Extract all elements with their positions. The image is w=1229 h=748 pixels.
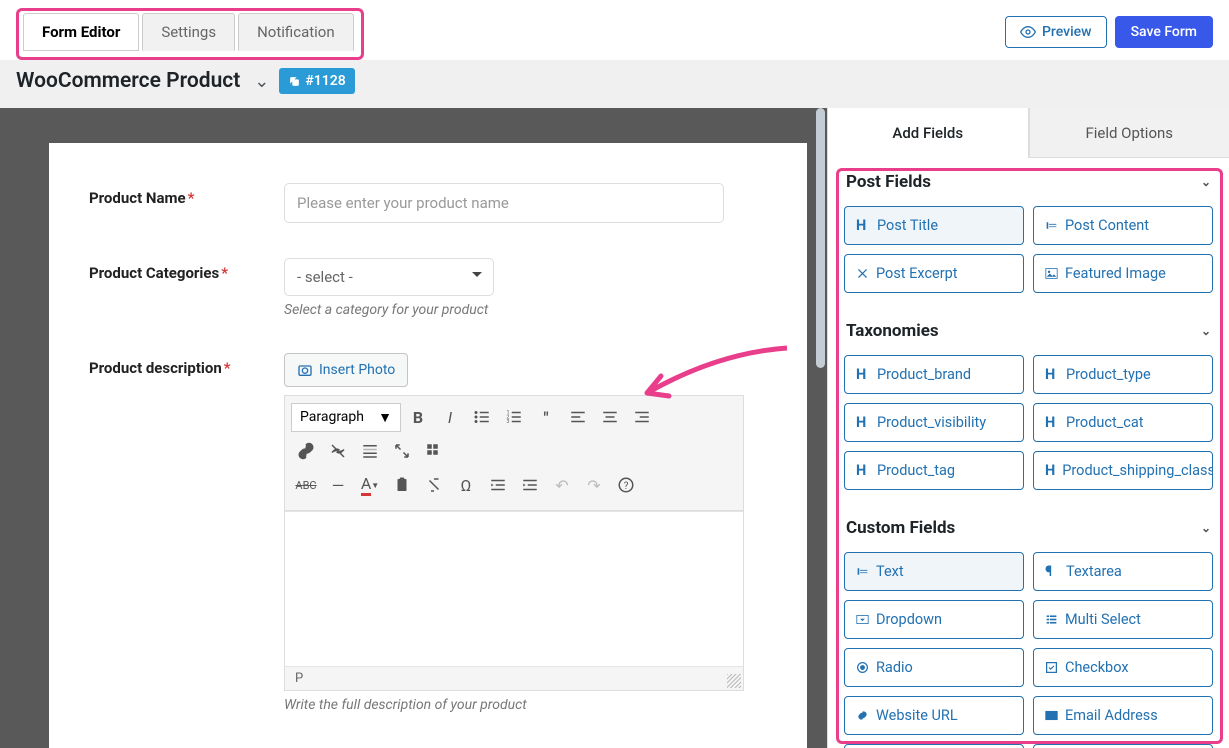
clear-formatting-button[interactable] bbox=[419, 470, 449, 500]
product-name-input[interactable] bbox=[284, 183, 724, 223]
chevron-down-icon[interactable]: ⌄ bbox=[254, 71, 269, 92]
field-product-shipping-class[interactable]: HProduct_shipping_class bbox=[1033, 451, 1213, 490]
paragraph-select[interactable]: Paragraph ▼ bbox=[291, 403, 401, 432]
tab-settings[interactable]: Settings bbox=[142, 13, 235, 51]
tab-notification[interactable]: Notification bbox=[238, 13, 354, 51]
product-description-label: Product description* bbox=[89, 353, 284, 713]
scrollbar[interactable] bbox=[816, 108, 825, 368]
field-product-brand[interactable]: HProduct_brand bbox=[844, 355, 1024, 394]
camera-icon bbox=[297, 362, 313, 378]
text-color-button[interactable]: A ▼ bbox=[355, 470, 385, 500]
description-help-text: Write the full description of your produ… bbox=[284, 697, 724, 713]
eye-icon bbox=[1020, 24, 1036, 40]
strikethrough-button[interactable]: ABC bbox=[291, 470, 321, 500]
field-image-upload[interactable]: Image Upload bbox=[1033, 744, 1213, 748]
numbered-list-button[interactable]: 123 bbox=[499, 402, 529, 432]
copy-icon bbox=[288, 75, 301, 88]
product-categories-select[interactable]: - select - bbox=[284, 258, 494, 296]
unlink-button[interactable] bbox=[323, 436, 353, 466]
field-post-title[interactable]: HPost Title bbox=[844, 206, 1024, 245]
redo-button[interactable]: ↷ bbox=[579, 470, 609, 500]
add-fields-tab[interactable]: Add Fields bbox=[828, 108, 1029, 158]
field-post-excerpt[interactable]: Post Excerpt bbox=[844, 254, 1024, 293]
blockquote-button[interactable]: " bbox=[531, 402, 561, 432]
special-char-button[interactable]: Ω bbox=[451, 470, 481, 500]
editor-status-bar: P bbox=[285, 666, 743, 690]
indent-button[interactable] bbox=[515, 470, 545, 500]
field-multi-select[interactable]: Multi Select bbox=[1033, 600, 1213, 639]
field-product-tag[interactable]: HProduct_tag bbox=[844, 451, 1024, 490]
tab-form-editor[interactable]: Form Editor bbox=[23, 13, 139, 51]
bold-button[interactable]: B bbox=[403, 402, 433, 432]
field-dropdown[interactable]: Dropdown bbox=[844, 600, 1024, 639]
product-name-label: Product Name* bbox=[89, 183, 284, 223]
insert-more-button[interactable] bbox=[355, 436, 385, 466]
custom-fields-section[interactable]: Custom Fields⌄ bbox=[828, 504, 1229, 548]
horizontal-rule-button[interactable]: — bbox=[323, 470, 353, 500]
form-header: WooCommerce Product ⌄ #1128 bbox=[0, 60, 1229, 108]
field-hidden-field[interactable]: Hidden Field bbox=[844, 744, 1024, 748]
form-canvas-area: Product Name* Product Categories* - sele… bbox=[0, 108, 827, 748]
field-text[interactable]: Text bbox=[844, 552, 1024, 591]
align-left-button[interactable] bbox=[563, 402, 593, 432]
undo-button[interactable]: ↶ bbox=[547, 470, 577, 500]
svg-text:3: 3 bbox=[507, 419, 510, 425]
form-title: WooCommerce Product bbox=[16, 69, 240, 93]
align-center-button[interactable] bbox=[595, 402, 625, 432]
fields-sidebar: Add Fields Field Options Post Fields⌄ HP… bbox=[827, 108, 1229, 748]
insert-photo-button[interactable]: Insert Photo bbox=[284, 353, 408, 387]
field-product-type[interactable]: HProduct_type bbox=[1033, 355, 1213, 394]
field-featured-image[interactable]: Featured Image bbox=[1033, 254, 1213, 293]
tab-strip-highlight: Form Editor Settings Notification bbox=[16, 8, 364, 60]
field-post-content[interactable]: Post Content bbox=[1033, 206, 1213, 245]
bullet-list-button[interactable] bbox=[467, 402, 497, 432]
paste-text-button[interactable] bbox=[387, 470, 417, 500]
link-button[interactable] bbox=[291, 436, 321, 466]
post-fields-section[interactable]: Post Fields⌄ bbox=[828, 158, 1229, 202]
form-id-badge[interactable]: #1128 bbox=[279, 68, 354, 94]
svg-text:?: ? bbox=[624, 481, 629, 492]
preview-button[interactable]: Preview bbox=[1005, 16, 1107, 48]
product-categories-label: Product Categories* bbox=[89, 258, 284, 318]
field-email-address[interactable]: Email Address bbox=[1033, 696, 1213, 735]
rich-text-editor: Paragraph ▼ B I 123 " bbox=[284, 395, 744, 691]
help-button[interactable]: ? bbox=[611, 470, 641, 500]
outdent-button[interactable] bbox=[483, 470, 513, 500]
toolbar-toggle-button[interactable] bbox=[419, 436, 449, 466]
field-textarea[interactable]: ¶Textarea bbox=[1033, 552, 1213, 591]
category-help-text: Select a category for your product bbox=[284, 302, 724, 318]
taxonomies-section[interactable]: Taxonomies⌄ bbox=[828, 307, 1229, 351]
field-product-visibility[interactable]: HProduct_visibility bbox=[844, 403, 1024, 442]
resize-handle[interactable] bbox=[727, 674, 741, 688]
field-options-tab[interactable]: Field Options bbox=[1029, 108, 1229, 158]
fullscreen-button[interactable] bbox=[387, 436, 417, 466]
save-form-button[interactable]: Save Form bbox=[1115, 16, 1213, 48]
field-product-cat[interactable]: HProduct_cat bbox=[1033, 403, 1213, 442]
field-checkbox[interactable]: Checkbox bbox=[1033, 648, 1213, 687]
italic-button[interactable]: I bbox=[435, 402, 465, 432]
field-radio[interactable]: Radio bbox=[844, 648, 1024, 687]
align-right-button[interactable] bbox=[627, 402, 657, 432]
field-website-url[interactable]: Website URL bbox=[844, 696, 1024, 735]
editor-content-area[interactable] bbox=[285, 511, 743, 666]
